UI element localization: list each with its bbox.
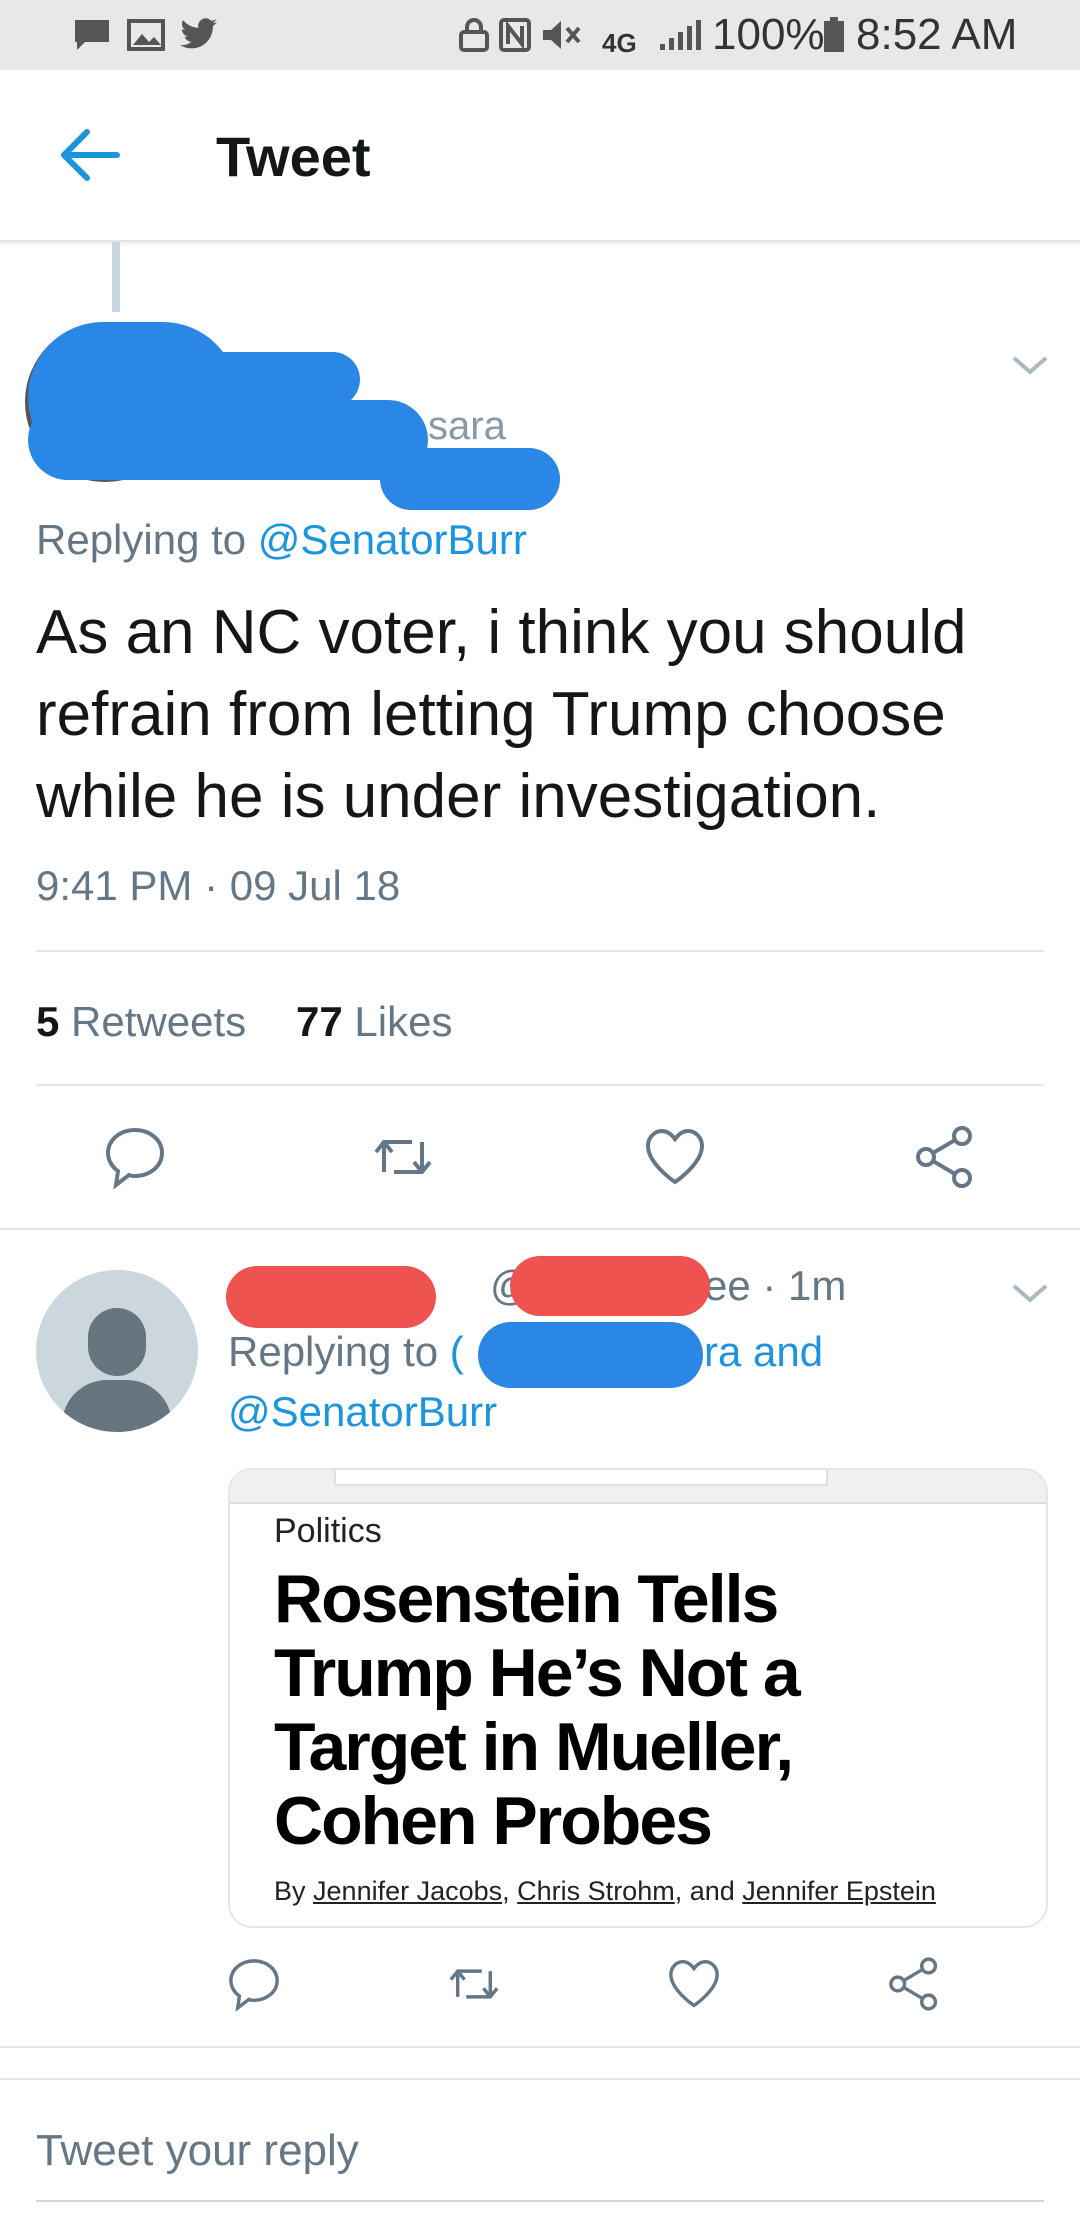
- divider: [0, 1228, 1080, 1230]
- chevron-down-icon[interactable]: [1010, 1278, 1050, 1308]
- status-bar: 4G 100% 8:52 AM: [0, 0, 1080, 70]
- mute-icon: [540, 17, 584, 53]
- signal-icon: [658, 17, 702, 53]
- tweet-timestamp: 9:41 PM · 09 Jul 18: [36, 862, 401, 909]
- reply-handle-time: ree · 1m: [690, 1262, 847, 1309]
- reply-icon[interactable]: [224, 1954, 284, 2014]
- lock-icon: [458, 17, 490, 53]
- likes-label: Likes: [354, 998, 453, 1045]
- replying-to-label: Replying to: [36, 516, 247, 563]
- card-image-tab: [334, 1470, 828, 1486]
- retweet-icon[interactable]: [368, 1122, 438, 1192]
- replying-to-label: Replying to: [228, 1328, 439, 1375]
- app-header: [0, 70, 1080, 242]
- retweets-label: Retweets: [71, 998, 247, 1045]
- headline-line: Target in Mueller,: [274, 1709, 794, 1785]
- byline-author: Jennifer Epstein: [742, 1876, 936, 1906]
- byline-prefix: By: [274, 1876, 306, 1906]
- tweet-text-line: while he is under investigation.: [36, 762, 881, 831]
- retweets-stat[interactable]: 5 Retweets: [36, 998, 246, 1046]
- reply-input[interactable]: Tweet your reply: [36, 2126, 359, 2176]
- twitter-bird-icon: [178, 17, 220, 53]
- chat-icon: [72, 17, 112, 53]
- byline-separator: ,: [502, 1876, 510, 1906]
- reply-mention-and[interactable]: ra and: [704, 1328, 823, 1376]
- network-type: 4G: [602, 28, 637, 58]
- mention-link[interactable]: (: [450, 1328, 464, 1375]
- link-card[interactable]: Politics Rosenstein Tells Trump He’s Not…: [228, 1468, 1048, 1928]
- likes-stat[interactable]: 77 Likes: [296, 998, 452, 1046]
- headline-line: Cohen Probes: [274, 1783, 713, 1859]
- card-headline: Rosenstein Tells Trump He’s Not a Target…: [274, 1561, 801, 1859]
- tweet-text: As an NC voter, i think you should refra…: [36, 592, 1056, 838]
- card-byline: By Jennifer Jacobs, Chris Strohm, and Je…: [274, 1876, 936, 1907]
- redaction-scribble: [28, 400, 428, 480]
- reply-icon[interactable]: [100, 1122, 170, 1192]
- divider: [0, 2046, 1080, 2048]
- redaction-scribble: [478, 1322, 703, 1388]
- thread-line: [112, 242, 120, 312]
- nfc-icon: [498, 17, 532, 53]
- battery-icon: [822, 17, 846, 53]
- byline-author: Chris Strohm: [517, 1876, 675, 1906]
- share-icon[interactable]: [884, 1954, 944, 2014]
- battery-percent: 100%: [712, 10, 825, 59]
- heart-icon[interactable]: [640, 1122, 710, 1192]
- heart-icon[interactable]: [664, 1954, 724, 2014]
- composer-border: [0, 2078, 1080, 2080]
- redaction-scribble: [510, 1256, 710, 1316]
- redaction-scribble: [226, 1266, 436, 1328]
- headline-line: Rosenstein Tells: [274, 1561, 779, 1637]
- byline-separator: , and: [674, 1876, 735, 1906]
- mention-link[interactable]: @SenatorBurr: [228, 1388, 497, 1436]
- mention-link[interactable]: @SenatorBurr: [258, 516, 527, 563]
- card-section: Politics: [274, 1512, 382, 1550]
- divider: [36, 950, 1044, 952]
- clock: 8:52 AM: [856, 10, 1018, 59]
- default-avatar-icon[interactable]: [36, 1270, 198, 1432]
- share-icon[interactable]: [910, 1122, 980, 1192]
- divider: [36, 1084, 1044, 1086]
- likes-count: 77: [296, 998, 343, 1045]
- reply-replying-to: Replying to (: [228, 1328, 464, 1376]
- gallery-icon: [126, 17, 166, 53]
- retweet-icon[interactable]: [444, 1954, 504, 2014]
- retweets-count: 5: [36, 998, 60, 1045]
- headline-line: Trump He’s Not a: [274, 1635, 801, 1711]
- redaction-scribble: [380, 448, 560, 510]
- byline-author: Jennifer Jacobs: [313, 1876, 503, 1906]
- page-title: Tweet: [216, 125, 371, 188]
- author-handle[interactable]: sara: [428, 404, 506, 449]
- tweet-text-line: refrain from letting Trump choose: [36, 680, 946, 749]
- tweet-text-line: As an NC voter, i think you should: [36, 598, 967, 667]
- back-arrow-icon[interactable]: [55, 120, 125, 190]
- redaction-scribble: [170, 352, 360, 407]
- input-underline: [36, 2200, 1044, 2202]
- chevron-down-icon[interactable]: [1010, 350, 1050, 380]
- replying-to-line: Replying to @SenatorBurr: [36, 516, 527, 564]
